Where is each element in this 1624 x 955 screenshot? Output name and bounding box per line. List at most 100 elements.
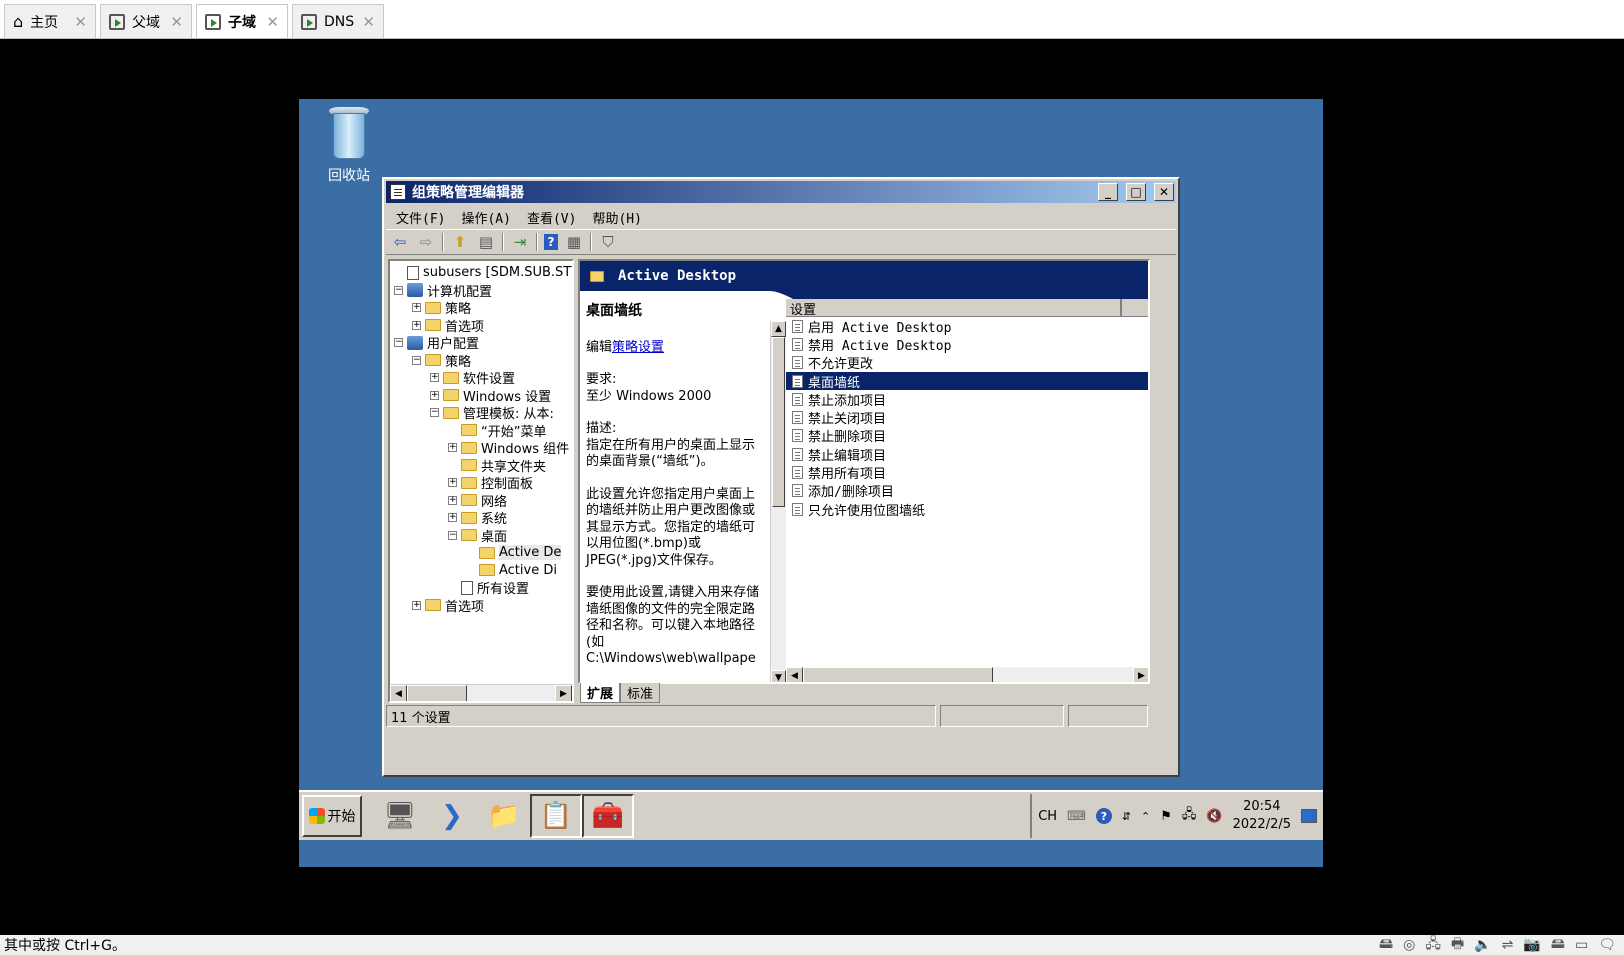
hard-disk-icon[interactable]: 🖴 bbox=[1379, 933, 1393, 955]
tree-item[interactable]: − 桌面 bbox=[394, 527, 572, 545]
gpo-management-icon[interactable]: 📋 bbox=[530, 794, 582, 838]
collapse-icon[interactable]: − bbox=[430, 408, 439, 418]
menu-action[interactable]: 操作(A) bbox=[455, 206, 516, 229]
setting-row[interactable]: 桌面墙纸 bbox=[786, 371, 1148, 391]
expand-icon[interactable]: + bbox=[448, 478, 457, 488]
tab-standard[interactable]: 标准 bbox=[620, 683, 661, 703]
tree-item[interactable]: subusers [SDM.SUB.STY bbox=[394, 264, 572, 282]
expand-icon[interactable]: + bbox=[448, 495, 457, 505]
tree-item[interactable]: “开始”菜单 bbox=[394, 422, 572, 440]
tree-item[interactable]: − 计算机配置 bbox=[394, 282, 572, 300]
tree-item[interactable]: − 策略 bbox=[394, 352, 572, 370]
setting-row[interactable]: 禁止添加项目 bbox=[786, 390, 1148, 409]
usb-icon[interactable]: ⇌ bbox=[1502, 937, 1514, 953]
expand-icon[interactable]: + bbox=[430, 373, 439, 383]
tree-item[interactable]: + 软件设置 bbox=[394, 369, 572, 387]
setting-row[interactable]: 禁止关闭项目 bbox=[786, 408, 1148, 427]
tree-item[interactable]: 所有设置 bbox=[394, 579, 572, 597]
setting-row[interactable]: 禁用所有项目 bbox=[786, 463, 1148, 482]
scroll-right-icon[interactable]: ▶ bbox=[1133, 667, 1148, 682]
host-tab-parent-domain[interactable]: 父域 ✕ bbox=[100, 4, 192, 38]
action-center-flag-icon[interactable]: ⚑ bbox=[1160, 809, 1172, 824]
tree-item[interactable]: + 首选项 bbox=[394, 317, 572, 335]
expand-icon[interactable]: + bbox=[448, 513, 457, 523]
export-list-icon[interactable]: ⇥ bbox=[510, 232, 530, 252]
collapse-icon[interactable]: − bbox=[394, 285, 403, 295]
expand-icon[interactable]: + bbox=[430, 390, 439, 400]
tree-horizontal-scrollbar[interactable]: ◀ ▶ bbox=[390, 684, 572, 701]
show-hide-tree-icon[interactable]: ▤ bbox=[476, 232, 496, 252]
tab-extended[interactable]: 扩展 bbox=[580, 683, 621, 703]
scroll-down-icon[interactable]: ▼ bbox=[771, 670, 786, 682]
display-icon[interactable]: ▭ bbox=[1575, 937, 1588, 953]
scroll-up-icon[interactable]: ▲ bbox=[771, 321, 786, 337]
expand-icon[interactable]: + bbox=[412, 303, 421, 313]
scroll-left-icon[interactable]: ◀ bbox=[390, 685, 407, 701]
close-icon[interactable]: ✕ bbox=[362, 13, 375, 31]
scroll-right-icon[interactable]: ▶ bbox=[555, 685, 572, 701]
setting-row[interactable]: 禁止删除项目 bbox=[786, 427, 1148, 445]
tree-item[interactable]: Active De bbox=[394, 544, 572, 562]
list-horizontal-scrollbar[interactable]: ◀ ▶ bbox=[786, 667, 1148, 682]
message-icon[interactable]: 🗨 bbox=[1598, 937, 1616, 953]
tree-item[interactable]: + 控制面板 bbox=[394, 474, 572, 492]
window-titlebar[interactable]: 组策略管理编辑器 _ □ ✕ bbox=[386, 181, 1176, 203]
keyboard-icon[interactable]: ⌨ bbox=[1067, 809, 1086, 824]
scroll-thumb[interactable] bbox=[803, 667, 993, 682]
camera-icon[interactable]: 📷 bbox=[1523, 937, 1540, 953]
setting-row[interactable]: 禁止编辑项目 bbox=[786, 445, 1148, 464]
tree-item[interactable]: + Windows 设置 bbox=[394, 387, 572, 405]
volume-muted-icon[interactable]: 🔇 bbox=[1206, 809, 1222, 824]
description-scrollbar[interactable]: ▲ ▼ bbox=[770, 321, 786, 682]
show-desktop-icon[interactable] bbox=[1301, 809, 1317, 823]
collapse-icon[interactable]: − bbox=[448, 530, 457, 540]
host-tab-dns[interactable]: DNS ✕ bbox=[292, 4, 384, 38]
menu-file[interactable]: 文件(F) bbox=[390, 206, 451, 229]
close-icon[interactable]: ✕ bbox=[170, 13, 183, 31]
help-icon[interactable]: ? bbox=[544, 234, 558, 250]
tree-item[interactable]: + 系统 bbox=[394, 509, 572, 527]
setting-row[interactable]: 禁用 Active Desktop bbox=[786, 335, 1148, 354]
tree-item[interactable]: + 首选项 bbox=[394, 597, 572, 615]
tree-item[interactable]: + 策略 bbox=[394, 299, 572, 317]
sound-icon[interactable]: 🔈 bbox=[1474, 937, 1491, 953]
scroll-thumb[interactable] bbox=[772, 337, 785, 507]
tree-item[interactable]: Active Di bbox=[394, 562, 572, 580]
collapse-icon[interactable]: − bbox=[394, 338, 403, 348]
expand-icon[interactable]: + bbox=[412, 320, 421, 330]
tree-item[interactable]: + 网络 bbox=[394, 492, 572, 510]
scroll-thumb[interactable] bbox=[407, 685, 467, 701]
minimize-button[interactable]: _ bbox=[1098, 183, 1118, 201]
policy-settings-link[interactable]: 策略设置 bbox=[612, 340, 664, 355]
column-header-setting[interactable]: 设置 bbox=[786, 299, 1122, 318]
tree-item[interactable]: 共享文件夹 bbox=[394, 457, 572, 475]
setting-row[interactable]: 启用 Active Desktop bbox=[786, 317, 1148, 336]
menu-view[interactable]: 查看(V) bbox=[521, 206, 582, 229]
tree-pane[interactable]: subusers [SDM.SUB.STY − 计算机配置 + 策略 + 首选项 − 用户配置 −… bbox=[388, 259, 574, 703]
language-indicator[interactable]: CH bbox=[1038, 809, 1057, 824]
expand-icon[interactable]: + bbox=[448, 443, 457, 453]
tree-item[interactable]: + Windows 组件 bbox=[394, 439, 572, 457]
menu-help[interactable]: 帮助(H) bbox=[586, 206, 647, 229]
clock[interactable]: 20:54 2022/2/5 bbox=[1233, 798, 1291, 834]
options-icon[interactable]: ⇵ bbox=[1122, 810, 1131, 823]
back-arrow-icon[interactable]: ⇦ bbox=[390, 232, 410, 252]
close-button[interactable]: ✕ bbox=[1154, 183, 1174, 201]
close-icon[interactable]: ✕ bbox=[74, 13, 87, 31]
help-icon[interactable]: ? bbox=[1095, 808, 1112, 824]
tree-item[interactable]: − 管理模板: 从本: bbox=[394, 404, 572, 422]
maximize-button[interactable]: □ bbox=[1126, 183, 1146, 201]
explorer-folder-icon[interactable]: 📁 bbox=[478, 794, 530, 838]
cd-drive-icon[interactable]: ◎ bbox=[1403, 937, 1415, 953]
tree-item[interactable]: − 用户配置 bbox=[394, 334, 572, 352]
printer-icon[interactable]: 🖶 bbox=[1451, 933, 1464, 955]
filter-icon[interactable]: ⛉ bbox=[598, 232, 618, 252]
expand-icon[interactable]: + bbox=[412, 600, 421, 610]
up-folder-icon[interactable]: ⬆ bbox=[450, 232, 470, 252]
setting-row[interactable]: 不允许更改 bbox=[786, 354, 1148, 372]
storage-icon[interactable]: 🖴 bbox=[1551, 933, 1565, 955]
setting-row[interactable]: 添加/删除项目 bbox=[786, 482, 1148, 500]
properties-icon[interactable]: ▦ bbox=[564, 232, 584, 252]
network-icon[interactable]: 🖧 bbox=[1182, 805, 1197, 827]
setting-row[interactable]: 只允许使用位图墙纸 bbox=[786, 500, 1148, 519]
